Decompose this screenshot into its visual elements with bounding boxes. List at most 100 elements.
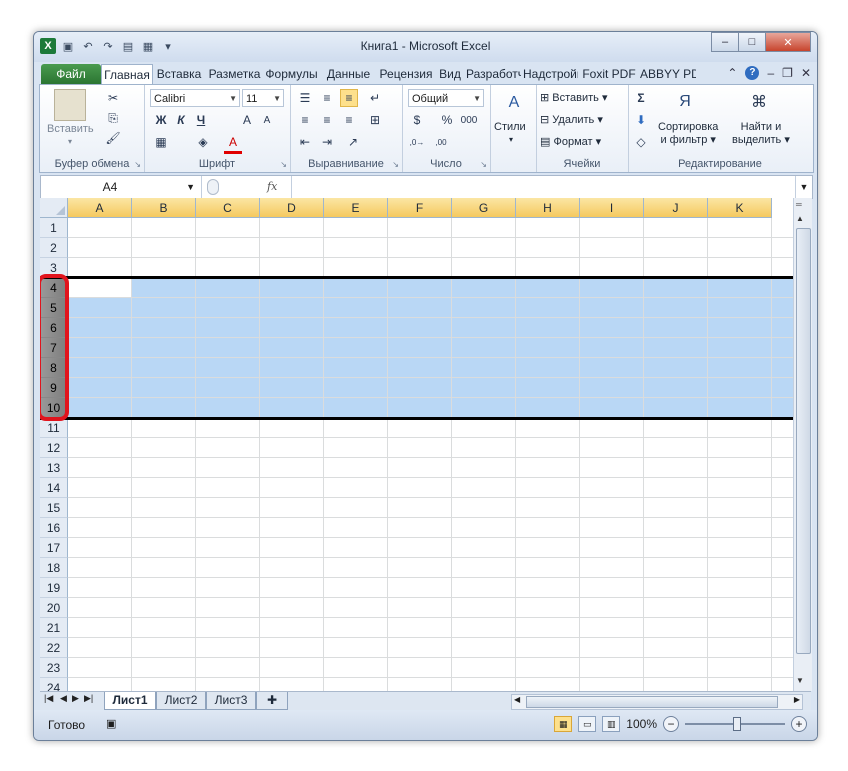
- sheet-tab-2[interactable]: Лист2: [156, 692, 206, 710]
- zoom-slider[interactable]: [685, 717, 785, 731]
- prev-sheet-icon[interactable]: ◀: [60, 693, 67, 704]
- orientation-icon[interactable]: ↗: [344, 133, 362, 151]
- column-header[interactable]: F: [388, 198, 452, 218]
- row-header[interactable]: 18: [40, 558, 68, 578]
- zoom-slider-knob[interactable]: [733, 717, 741, 731]
- styles-icon[interactable]: A: [502, 91, 526, 115]
- page-layout-view-icon[interactable]: ▭: [578, 716, 597, 732]
- increase-indent-icon[interactable]: ⇥: [318, 133, 336, 151]
- delete-cells-button[interactable]: ⊟ Удалить ▾: [540, 113, 603, 126]
- font-name-combo[interactable]: Calibri ▼: [150, 89, 240, 107]
- column-header[interactable]: D: [260, 198, 324, 218]
- fill-color-icon[interactable]: ◈: [194, 133, 212, 151]
- row-header[interactable]: 24: [40, 678, 68, 691]
- insert-cells-button[interactable]: ⊞ Вставить ▾: [540, 91, 608, 104]
- vertical-scroll-thumb[interactable]: [796, 228, 811, 654]
- column-header[interactable]: I: [580, 198, 644, 218]
- wrap-text-icon[interactable]: ↵: [366, 89, 384, 107]
- select-all-button[interactable]: [40, 198, 68, 218]
- normal-view-icon[interactable]: ▦: [554, 716, 573, 732]
- align-left-icon[interactable]: ≡: [296, 111, 314, 129]
- column-header[interactable]: E: [324, 198, 388, 218]
- scroll-right-icon[interactable]: ▶: [794, 695, 800, 704]
- minimize-ribbon-icon[interactable]: ⌃: [727, 66, 737, 80]
- worksheet-grid[interactable]: ABCDEFGHIJK 1 2 3 4 5 6 7 8 9 10 11 12 13 14 15 16 17 18 1…: [40, 198, 793, 691]
- zoom-out-icon[interactable]: −: [663, 716, 679, 732]
- font-color-button[interactable]: A: [224, 133, 242, 154]
- minimize-button[interactable]: –: [711, 32, 739, 52]
- currency-icon[interactable]: $: [408, 111, 426, 129]
- font-size-combo[interactable]: 11 ▼: [242, 89, 284, 107]
- tab-home[interactable]: Главная: [101, 64, 153, 86]
- sort-filter-icon[interactable]: Я: [672, 89, 698, 115]
- tab-file[interactable]: Файл: [41, 64, 101, 84]
- font-launcher-icon[interactable]: ↘: [280, 160, 287, 169]
- fill-icon[interactable]: ⬇: [632, 111, 650, 129]
- shrink-font-button[interactable]: A: [258, 111, 276, 129]
- column-header[interactable]: K: [708, 198, 772, 218]
- column-header[interactable]: A: [68, 198, 132, 218]
- row-header[interactable]: 11: [40, 418, 68, 438]
- close-button[interactable]: ✕: [765, 32, 811, 52]
- doc-minimize-icon[interactable]: –: [767, 66, 774, 80]
- sort-filter-button[interactable]: Сортировка и фильтр ▾: [658, 121, 718, 146]
- horizontal-scroll-thumb[interactable]: [526, 696, 778, 708]
- row-header[interactable]: 23: [40, 658, 68, 678]
- first-sheet-icon[interactable]: |◀: [44, 693, 53, 704]
- row-header[interactable]: 22: [40, 638, 68, 658]
- tab-addins[interactable]: Надстройки: [523, 64, 578, 84]
- row-header[interactable]: 1: [40, 218, 68, 238]
- scroll-up-icon[interactable]: ▲: [796, 214, 804, 223]
- row-header[interactable]: 14: [40, 478, 68, 498]
- format-cells-button[interactable]: ▤ Формат ▾: [540, 135, 601, 148]
- align-bottom-icon[interactable]: ≡: [340, 89, 358, 107]
- row-header[interactable]: 15: [40, 498, 68, 518]
- active-cell-a4[interactable]: [68, 278, 131, 297]
- help-icon[interactable]: ?: [745, 66, 760, 80]
- row-header[interactable]: 17: [40, 538, 68, 558]
- format-painter-icon[interactable]: 🖌: [104, 129, 122, 147]
- name-box[interactable]: A4 ▼: [41, 176, 202, 198]
- clear-icon[interactable]: ◇: [632, 133, 650, 151]
- zoom-in-icon[interactable]: +: [791, 716, 807, 732]
- column-header[interactable]: B: [132, 198, 196, 218]
- find-select-button[interactable]: Найти и выделить ▾: [732, 121, 790, 146]
- scroll-left-icon[interactable]: ◀: [514, 695, 520, 704]
- tab-developer[interactable]: Разработчик: [466, 64, 521, 84]
- vertical-scrollbar[interactable]: ═ ▲ ▼: [793, 198, 812, 691]
- alignment-launcher-icon[interactable]: ↘: [392, 160, 399, 169]
- tab-review[interactable]: Рецензия: [378, 64, 434, 84]
- italic-button[interactable]: К: [172, 111, 190, 129]
- align-right-icon[interactable]: ≡: [340, 111, 358, 129]
- column-header[interactable]: C: [196, 198, 260, 218]
- tab-abbyy-pdf[interactable]: ABBYY PDF: [640, 64, 696, 84]
- row-header[interactable]: 13: [40, 458, 68, 478]
- insert-sheet-icon[interactable]: ✚: [256, 692, 288, 710]
- align-center-icon[interactable]: ≡: [318, 111, 336, 129]
- paste-dropdown-icon[interactable]: ▾: [68, 137, 72, 146]
- sheet-tab-1[interactable]: Лист1: [104, 692, 156, 710]
- tab-page-layout[interactable]: Разметка: [207, 64, 262, 84]
- row-header[interactable]: 12: [40, 438, 68, 458]
- merge-cells-icon[interactable]: ⊞: [366, 111, 384, 129]
- maximize-button[interactable]: □: [738, 32, 766, 52]
- split-handle-icon[interactable]: ═: [796, 200, 802, 209]
- row-header[interactable]: 2: [40, 238, 68, 258]
- scroll-down-icon[interactable]: ▼: [796, 676, 804, 685]
- column-header[interactable]: H: [516, 198, 580, 218]
- paste-button[interactable]: Вставить: [47, 123, 94, 135]
- tab-data[interactable]: Данные: [321, 64, 376, 84]
- tab-insert[interactable]: Вставка: [153, 64, 205, 84]
- increase-decimal-icon[interactable]: ,0→: [408, 133, 426, 151]
- row-header[interactable]: 19: [40, 578, 68, 598]
- align-top-icon[interactable]: ☰: [296, 89, 314, 107]
- copy-icon[interactable]: ⎘: [104, 109, 122, 127]
- column-header[interactable]: J: [644, 198, 708, 218]
- autosum-button[interactable]: Σ: [632, 89, 650, 107]
- zoom-level[interactable]: 100%: [626, 717, 657, 731]
- decrease-indent-icon[interactable]: ⇤: [296, 133, 314, 151]
- grow-font-button[interactable]: A: [238, 111, 256, 129]
- horizontal-scrollbar[interactable]: ◀ ▶: [511, 694, 803, 710]
- decrease-decimal-icon[interactable]: ,00: [432, 133, 450, 151]
- number-format-combo[interactable]: Общий ▼: [408, 89, 484, 107]
